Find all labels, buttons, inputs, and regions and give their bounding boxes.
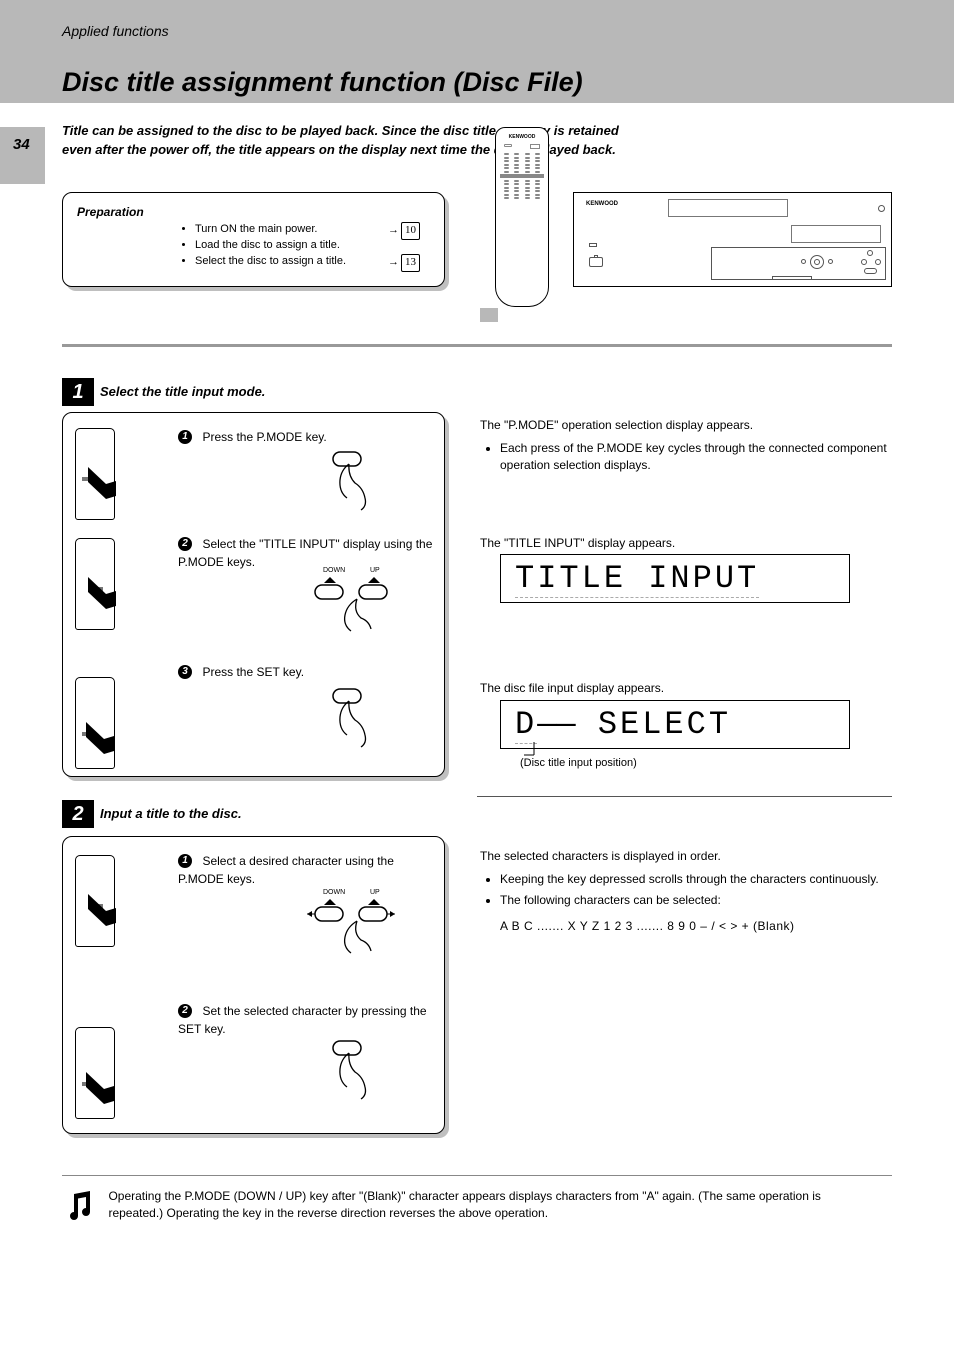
step-marker: 2 xyxy=(62,800,94,828)
page-ref-icon: 13 xyxy=(401,254,420,272)
feature-heading: Disc title assignment function (Disc Fil… xyxy=(62,67,583,98)
footer-note: Operating the P.MODE (DOWN / UP) key aft… xyxy=(62,1175,892,1231)
remote-icon xyxy=(75,855,115,947)
svg-text:UP: UP xyxy=(370,889,380,896)
lcd-display: D—— SELECT xyxy=(500,700,850,749)
deck-diagram: KENWOOD xyxy=(573,192,892,287)
lcd1-caption: The "TITLE INPUT" display appears. xyxy=(480,535,675,552)
down-up-buttons-icon: DOWN UP xyxy=(293,563,413,643)
page-number: 34 xyxy=(13,136,30,153)
prep-item: Select the disc to assign a title. →13 xyxy=(195,254,430,270)
press-button-icon xyxy=(313,1037,393,1112)
step-box-2: 1 Select a desired character using the P… xyxy=(62,836,445,1134)
prep-item: Load the disc to assign a title. xyxy=(195,238,430,254)
remote-icon xyxy=(75,677,115,769)
section-title: Applied functions xyxy=(62,23,169,39)
remote-icon xyxy=(75,1027,115,1119)
svg-text:DOWN: DOWN xyxy=(323,567,345,574)
right-block-1: The "P.MODE" operation selection display… xyxy=(480,417,890,477)
step-label: Input a title to the disc. xyxy=(100,806,242,821)
remote-diagram: KENWOOD xyxy=(480,127,560,322)
step-marker: 1 xyxy=(62,378,94,406)
preparation-heading: Preparation xyxy=(77,205,430,219)
remote-icon xyxy=(75,538,115,630)
down-up-buttons-icon: DOWN UP xyxy=(293,885,413,965)
lcd2-caption: The disc file input display appears. xyxy=(480,680,664,697)
prep-item: Turn ON the main power. →10 xyxy=(195,222,430,238)
step-box-1: 1 Press the P.MODE key. 2 Select the "TI… xyxy=(62,412,445,777)
preparation-box: Preparation Turn ON the main power. →10 … xyxy=(62,192,445,287)
right-block-2: The selected characters is displayed in … xyxy=(480,848,890,935)
step-label: Select the title input mode. xyxy=(100,384,265,399)
press-button-icon xyxy=(313,685,393,760)
svg-text:UP: UP xyxy=(370,567,380,574)
remote-icon xyxy=(75,428,115,520)
press-button-icon xyxy=(313,448,393,523)
music-note-icon xyxy=(62,1188,104,1231)
character-list: A B C ....... X Y Z 1 2 3 ....... 8 9 0 … xyxy=(500,918,890,935)
lcd-display: TITLE INPUT xyxy=(500,554,850,603)
svg-text:DOWN: DOWN xyxy=(323,889,345,896)
